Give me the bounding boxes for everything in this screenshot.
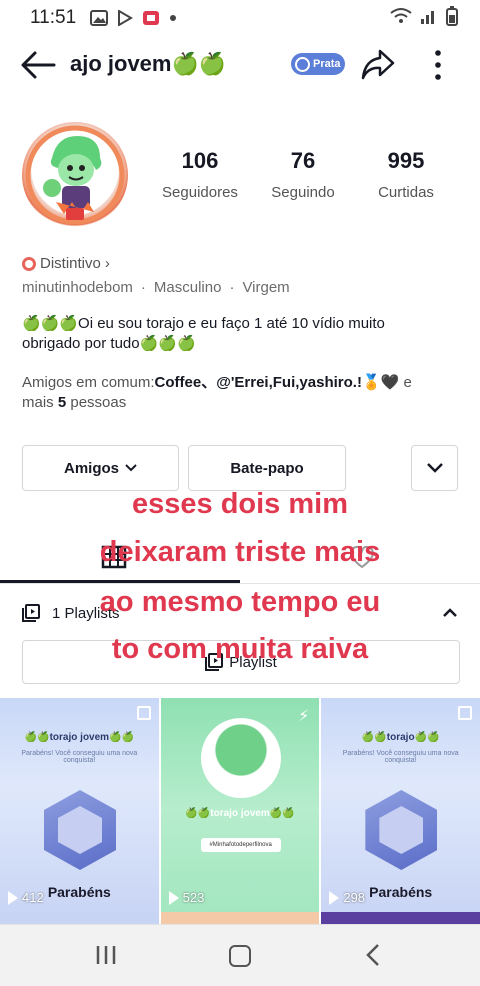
video-tile[interactable]: 🍏🍏torajo🍏🍏 Parabéns! Você conseguiu uma … [321,698,480,920]
level-badge[interactable]: Prata [291,53,345,75]
home-button[interactable] [229,945,251,967]
avatar[interactable] [22,122,128,228]
video-tile[interactable]: ⚡ 🍏🍏torajo jovem🍏🍏 #Minhafotodeperfilnov… [160,698,320,920]
mutual-friends-prefix: Amigos em comum: [22,374,155,391]
following-stat[interactable]: 76 Seguindo [243,148,363,201]
status-bar: 11:51 [0,0,480,36]
chat-button-label: Bate-papo [230,459,304,477]
page-title: ajo jovem🍏🍏 [70,51,227,76]
mutual-friends[interactable]: Amigos em comum:Coffee、@'Errei,Fui,yashi… [22,373,442,413]
caption-line: to com muita raiva [111,633,369,665]
arrow-left-icon [21,51,56,79]
friends-button-label: Amigos [63,459,119,477]
distintivo-label: Distintivo [40,255,101,272]
app-notification-icon [142,10,160,26]
character-image [200,718,281,798]
more-options-button[interactable] [428,48,448,82]
recent-apps-icon [96,946,116,964]
video-subtitle: Parabéns! Você conseguiu uma nova conqui… [342,750,459,764]
distintivo-link[interactable]: Distintivo › [22,255,110,272]
share-button[interactable] [360,48,396,82]
profile-sign: Virgem [242,279,290,296]
expand-suggestions-button[interactable] [411,445,458,491]
avatar-character-image [25,125,125,225]
system-nav-bar [0,924,480,986]
view-count-value: 298 [343,890,366,905]
likes-label: Curtidas [378,184,434,201]
following-label: Seguindo [271,184,335,201]
lightning-icon: ⚡ [298,708,310,725]
distintivo-icon [22,256,36,271]
following-count: 76 [290,148,316,173]
chevron-down-icon [125,464,137,472]
chevron-down-icon [426,463,443,473]
mutual-friends-count: 5 [57,394,67,411]
profile-header: ajo jovem🍏🍏 Prata [0,40,480,90]
play-store-icon [116,9,134,27]
followers-count: 106 [181,148,219,173]
recent-apps-button[interactable] [95,945,117,965]
friends-button[interactable]: Amigos [22,445,179,491]
video-title: 🍏🍏torajo jovem🍏🍏 [185,808,295,819]
badge-label: Prata [313,58,341,70]
video-tile[interactable]: 🍏🍏torajo jovem🍏🍏 Parabéns! Você consegui… [0,698,159,920]
photo-mode-icon [458,706,473,720]
more-vertical-icon [435,50,441,80]
caption-line: esses dois mim [132,488,348,520]
system-back-button[interactable] [364,943,382,967]
video-hashtag: #Minhafotodeperfilnova [200,838,281,852]
video-grid: 🍏🍏torajo jovem🍏🍏 Parabéns! Você consegui… [0,698,480,920]
status-time: 11:51 [30,7,77,28]
play-icon [8,890,18,905]
next-row-preview [0,912,480,924]
view-count-value: 523 [182,890,205,905]
likes-stat[interactable]: 995 Curtidas [346,148,466,201]
battery-icon [446,5,458,31]
followers-stat[interactable]: 106 Seguidores [140,148,260,201]
photo-mode-icon [136,706,151,720]
wifi-icon [390,7,412,30]
likes-count: 995 [387,148,425,173]
play-icon [329,890,340,905]
signal-icon [420,7,438,30]
back-button[interactable] [20,50,56,80]
mutual-friends-names: Coffee、@'Errei,Fui,yashiro.!🏅🖤 [154,374,400,391]
dot-icon [168,10,186,26]
chevron-left-icon [366,944,379,966]
followers-label: Seguidores [162,184,238,201]
profile-gender: Masculino [153,279,222,296]
video-subtitle: Parabéns! Você conseguiu uma nova conqui… [21,750,138,764]
chevron-right-icon: › [104,255,110,272]
profile-bio: 🍏🍏🍏Oi eu sou torajo e eu faço 1 até 10 v… [22,315,385,352]
view-count: 298 [329,890,365,905]
gallery-icon [90,10,109,26]
chat-button[interactable]: Bate-papo [188,445,346,491]
video-title: 🍏🍏torajo jovem🍏🍏 [24,732,134,743]
caption-line: deixaram triste mais [99,536,381,568]
status-notification-icons [90,9,186,27]
mutual-friends-suffix: pessoas [66,394,127,411]
view-count-value: 412 [22,890,44,905]
video-title: 🍏🍏torajo🍏🍏 [361,732,440,743]
play-icon [168,890,179,905]
tab-divider [0,583,480,584]
view-count: 412 [8,890,44,905]
badge-icon [295,56,310,72]
view-count: 523 [168,890,205,905]
profile-handle: minutinhodebom [22,279,133,296]
share-icon [361,49,395,80]
profile-meta: minutinhodebom · Masculino · Virgem [22,279,290,296]
caption-line: ao mesmo tempo eu [99,586,381,618]
